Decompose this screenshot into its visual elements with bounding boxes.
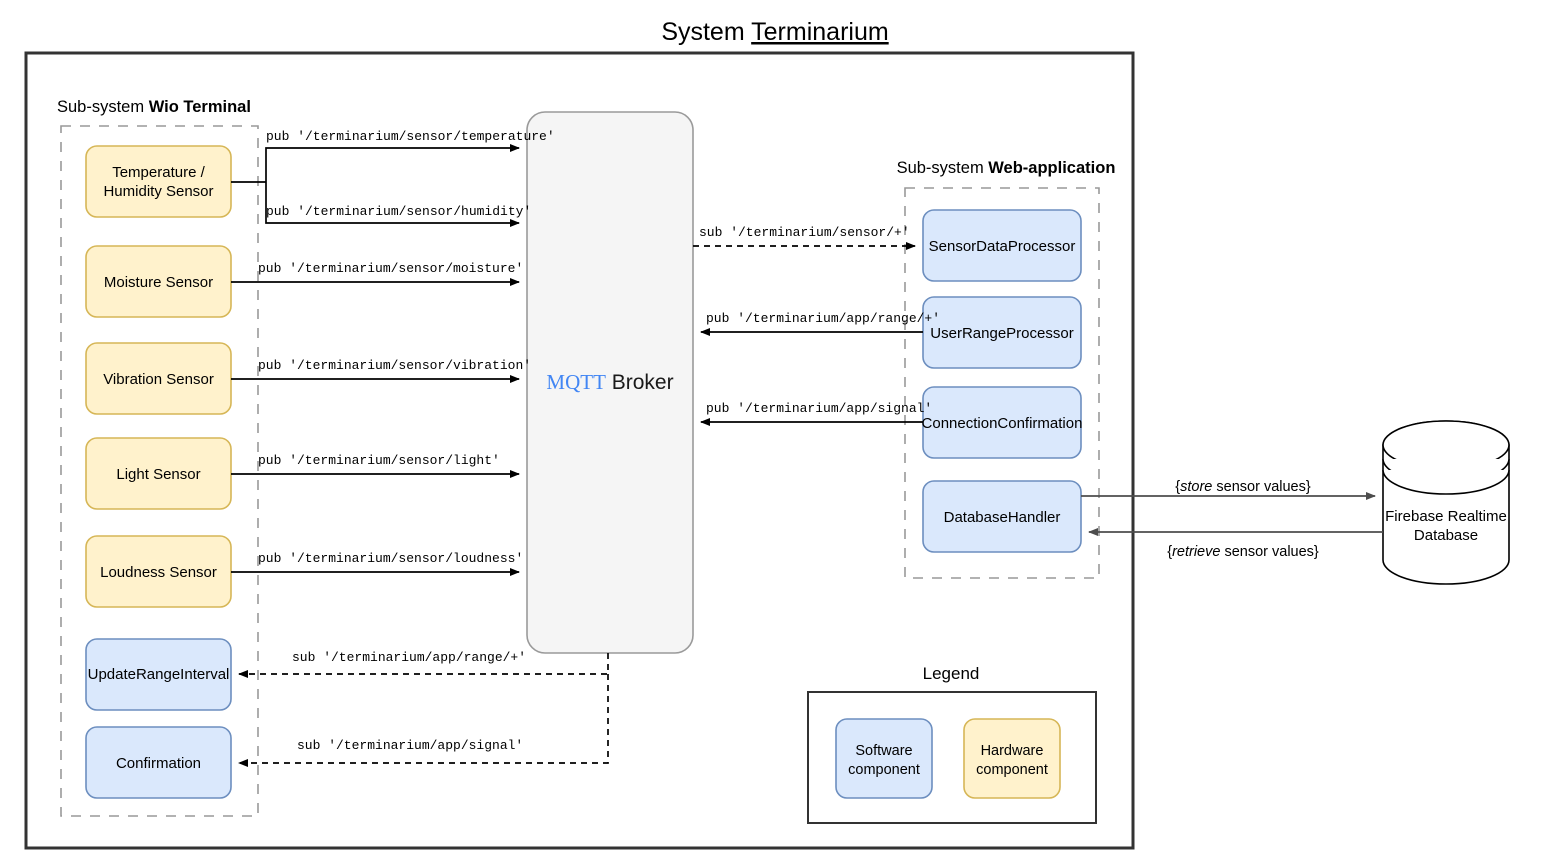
node-temp-humidity-sensor-label-line1: Temperature / (112, 164, 205, 181)
subsystem-label-web-application: Sub-system Web-application (897, 159, 1116, 177)
subsystem-wio-name: Wio Terminal (149, 98, 251, 116)
edge-label-retrieve-sensor-values: {retrieve sensor values} (1167, 544, 1319, 560)
node-confirmation-label: Confirmation (116, 755, 201, 772)
subsystem-label-wio-terminal: Sub-system Wio Terminal (57, 98, 251, 116)
legend-title: Legend (923, 664, 980, 683)
subsystem-wio-prefix: Sub-system (57, 98, 149, 116)
node-sensor-data-processor-label: SensorDataProcessor (929, 238, 1076, 255)
page-title: System Terminarium (661, 18, 888, 46)
node-moisture-sensor-label: Moisture Sensor (104, 274, 213, 291)
subsystem-web-name: Web-application (988, 159, 1115, 177)
edge-label-store-sensor-values: {store sensor values} (1175, 479, 1311, 495)
system-architecture-diagram: System Terminarium Sub-system Wio Termin… (0, 0, 1550, 868)
page-title-prefix: System (661, 18, 751, 46)
node-loudness-sensor-label: Loudness Sensor (100, 564, 217, 581)
node-vibration-sensor-label: Vibration Sensor (103, 371, 214, 388)
edge-label-pub-app-range: pub '/terminarium/app/range/+' (706, 311, 940, 326)
node-database-handler-label: DatabaseHandler (944, 509, 1061, 526)
node-connection-confirmation-label: ConnectionConfirmation (922, 415, 1083, 432)
retrieve-label-em: retrieve (1172, 544, 1220, 560)
edge-label-pub-moisture: pub '/terminarium/sensor/moisture' (258, 261, 523, 276)
store-label-em: store (1180, 479, 1212, 495)
node-user-range-processor-label: UserRangeProcessor (930, 325, 1073, 342)
edge-label-pub-app-signal: pub '/terminarium/app/signal' (706, 401, 932, 416)
node-firebase-realtime-database (1382, 420, 1510, 585)
edge-pub-temperature (265, 144, 520, 182)
node-update-range-interval-label: UpdateRangeInterval (88, 666, 230, 683)
edge-label-sub-app-range: sub '/terminarium/app/range/+' (292, 650, 526, 665)
edge-label-sub-sensor-all: sub '/terminarium/sensor/+' (699, 225, 910, 240)
legend-hardware-label-line2: component (976, 762, 1048, 778)
edge-label-pub-loudness: pub '/terminarium/sensor/loudness' (258, 551, 523, 566)
store-label-post: sensor values} (1212, 479, 1310, 495)
page-title-underlined: Terminarium (751, 18, 889, 46)
subsystem-web-prefix: Sub-system (897, 159, 989, 177)
legend-software-label-line1: Software (855, 743, 912, 759)
node-firebase-database-label-line2: Database (1414, 527, 1478, 544)
edge-label-pub-vibration: pub '/terminarium/sensor/vibration' (258, 358, 531, 373)
node-temp-humidity-sensor-label-line2: Humidity Sensor (103, 183, 213, 200)
retrieve-label-post: sensor values} (1220, 544, 1318, 560)
edge-label-sub-app-signal: sub '/terminarium/app/signal' (297, 738, 523, 753)
legend-software-label-line2: component (848, 762, 920, 778)
edge-label-pub-light: pub '/terminarium/sensor/light' (258, 453, 500, 468)
broker-label-text: Broker (606, 371, 674, 394)
legend-hardware-label-line1: Hardware (981, 743, 1044, 759)
edge-label-pub-humidity: pub '/terminarium/sensor/humidity' (266, 204, 531, 219)
edge-label-pub-temperature: pub '/terminarium/sensor/temperature' (266, 129, 555, 144)
node-temp-humidity-sensor (85, 145, 232, 218)
mqtt-broker-label: MQTT Broker (546, 370, 673, 394)
node-light-sensor-label: Light Sensor (116, 466, 200, 483)
mqtt-brand-text: MQTT (546, 370, 606, 394)
node-firebase-database-label-line1: Firebase Realtime (1385, 508, 1507, 525)
